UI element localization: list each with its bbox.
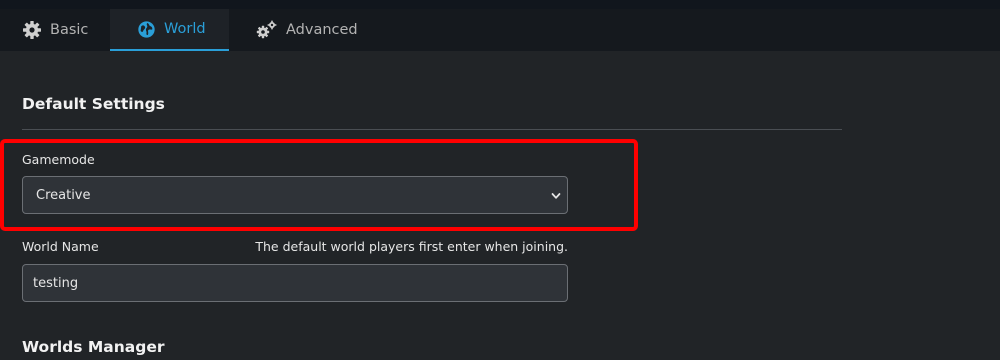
world-name-input[interactable]: testing xyxy=(22,264,568,302)
tab-world-label: World xyxy=(164,21,206,37)
default-settings-heading: Default Settings xyxy=(22,95,165,113)
gamemode-select[interactable]: Creative xyxy=(22,176,568,214)
gears-icon xyxy=(256,20,278,40)
section-divider xyxy=(22,129,842,130)
gamemode-label: Gamemode xyxy=(22,152,95,167)
worlds-manager-heading: Worlds Manager xyxy=(22,338,165,356)
top-strip xyxy=(0,0,1000,9)
tab-basic-label: Basic xyxy=(50,22,89,38)
world-name-value: testing xyxy=(33,275,79,291)
gamemode-selected-value: Creative xyxy=(36,187,91,203)
globe-icon xyxy=(137,20,156,39)
chevron-down-icon xyxy=(551,190,561,205)
world-name-label: World Name xyxy=(22,239,99,254)
tab-basic[interactable]: Basic xyxy=(0,9,110,51)
tab-bar: Basic World Advanced xyxy=(0,9,1000,51)
world-name-help-text: The default world players first enter wh… xyxy=(255,239,568,254)
gear-icon xyxy=(22,20,42,40)
tab-advanced-label: Advanced xyxy=(286,22,358,38)
tab-world[interactable]: World xyxy=(110,9,229,51)
tab-advanced[interactable]: Advanced xyxy=(229,9,369,51)
